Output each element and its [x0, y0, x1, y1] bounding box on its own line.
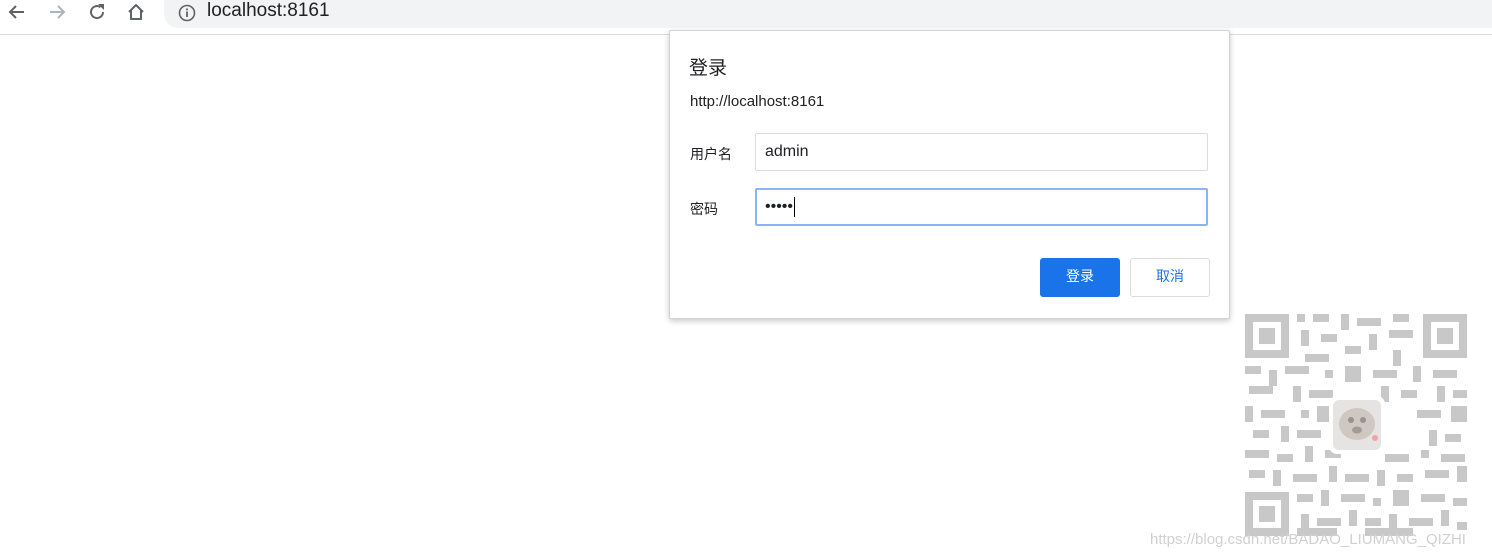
- dialog-origin: http://localhost:8161: [690, 93, 825, 110]
- username-field[interactable]: admin: [755, 133, 1208, 171]
- address-bar[interactable]: localhost:8161: [164, 0, 1492, 28]
- password-label: 密码: [690, 202, 718, 218]
- reload-icon: [90, 4, 105, 20]
- dialog-title: 登录: [689, 57, 728, 79]
- home-button[interactable]: [121, 0, 151, 24]
- arrow-left-icon: [8, 5, 24, 19]
- qr-code-image: [1245, 314, 1467, 536]
- username-value: admin: [765, 143, 809, 160]
- cancel-button[interactable]: 取消: [1130, 258, 1210, 297]
- url-text[interactable]: localhost:8161: [207, 0, 330, 22]
- arrow-right-icon: [50, 5, 66, 19]
- username-label: 用户名: [690, 147, 732, 163]
- home-icon: [128, 4, 144, 20]
- password-value: •••••: [765, 198, 794, 215]
- reload-button[interactable]: [82, 0, 112, 24]
- text-caret: [794, 196, 796, 217]
- auth-dialog: 登录 http://localhost:8161 用户名 admin 密码 ••…: [669, 30, 1230, 319]
- info-icon[interactable]: [178, 4, 196, 22]
- login-button[interactable]: 登录: [1040, 258, 1120, 297]
- watermark-text: https://blog.csdn.net/BADAO_LIUMANG_QIZH…: [1150, 531, 1466, 548]
- back-button[interactable]: [2, 0, 32, 24]
- password-field[interactable]: •••••: [755, 188, 1208, 226]
- forward-button[interactable]: [42, 0, 72, 24]
